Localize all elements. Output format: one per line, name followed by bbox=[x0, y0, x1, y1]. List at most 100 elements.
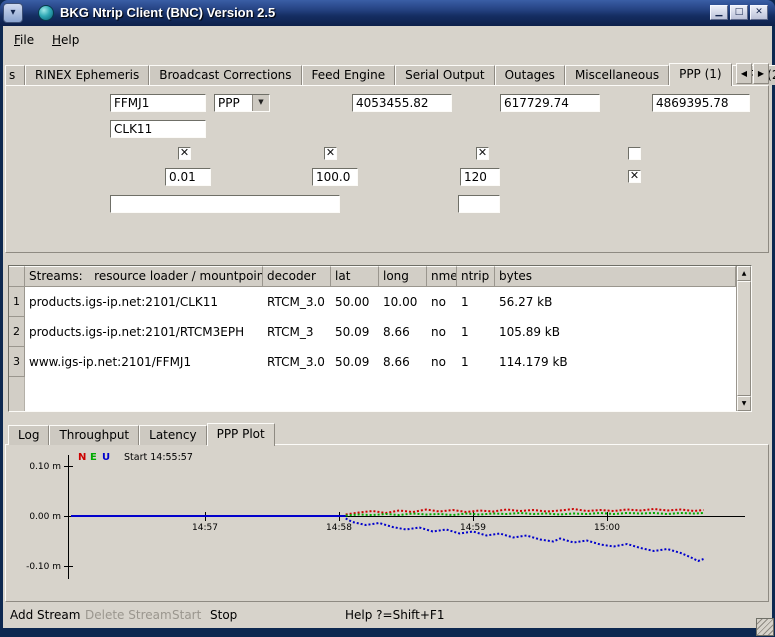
scrollbar-thumb[interactable] bbox=[737, 281, 751, 396]
chevron-down-icon: ▾ bbox=[10, 7, 15, 18]
table-row[interactable]: 2 products.igs-ip.net:2101/RTCM3EPH RTCM… bbox=[9, 317, 751, 347]
cell-nmea: no bbox=[427, 347, 457, 377]
svg-text:-0.10 m: -0.10 m bbox=[26, 562, 61, 572]
svg-text:Start 14:55:57: Start 14:55:57 bbox=[124, 452, 193, 463]
scroll-up-button[interactable]: ▲ bbox=[737, 266, 751, 281]
col-header-mountpoint[interactable]: Streams: resource loader / mountpoint bbox=[25, 266, 263, 287]
add-stream-button[interactable]: Add Stream bbox=[10, 608, 80, 622]
cell-ntrip: 1 bbox=[457, 317, 495, 347]
use-glonass-checkbox[interactable]: ✕ bbox=[476, 147, 489, 160]
svg-text:E: E bbox=[90, 452, 97, 463]
z-coordinate-field[interactable]: 4869395.78 bbox=[652, 94, 750, 112]
resize-grip[interactable] bbox=[756, 618, 774, 636]
cell-nmea: no bbox=[427, 317, 457, 347]
menu-file[interactable]: File bbox=[8, 31, 40, 49]
cell-lat: 50.09 bbox=[331, 317, 379, 347]
cell-nmea: no bbox=[427, 287, 457, 317]
close-icon: ✕ bbox=[755, 7, 763, 17]
estimate-tropo-checkbox[interactable]: ✕ bbox=[324, 147, 337, 160]
col-header-ntrip[interactable]: ntrip bbox=[457, 266, 495, 287]
ppp-plot-checkbox[interactable]: ✕ bbox=[628, 170, 641, 183]
ppp-mode-select[interactable]: PPP ▼ bbox=[214, 94, 270, 112]
col-header-decoder[interactable]: decoder bbox=[263, 266, 331, 287]
corr-mountpoint-field[interactable]: CLK11 bbox=[110, 120, 206, 138]
row-number: 1 bbox=[9, 287, 25, 317]
tab-log[interactable]: Log bbox=[8, 425, 49, 445]
minimize-button[interactable]: ▁ bbox=[710, 5, 728, 20]
tab-ppp1[interactable]: PPP (1) bbox=[669, 63, 732, 86]
cell-ntrip: 1 bbox=[457, 287, 495, 317]
streams-table: Streams: resource loader / mountpoint de… bbox=[8, 265, 752, 412]
cell-long: 10.00 bbox=[379, 287, 427, 317]
table-row[interactable]: 3 www.igs-ip.net:2101/FFMJ1 RTCM_3.0 50.… bbox=[9, 347, 751, 377]
tab-rinex-ephemeris[interactable]: RINEX Ephemeris bbox=[25, 65, 149, 85]
tab-partial[interactable]: s bbox=[5, 65, 25, 85]
cell-decoder: RTCM_3.0 bbox=[263, 287, 331, 317]
cell-decoder: RTCM_3 bbox=[263, 317, 331, 347]
cell-ntrip: 1 bbox=[457, 347, 495, 377]
use-phase-obs-checkbox[interactable]: ✕ bbox=[178, 147, 191, 160]
tab-ppp-plot[interactable]: PPP Plot bbox=[207, 423, 275, 446]
maximize-icon: □ bbox=[735, 7, 744, 17]
close-button[interactable]: ✕ bbox=[750, 5, 768, 20]
col-header-lat[interactable]: lat bbox=[331, 266, 379, 287]
corner-header-cell bbox=[9, 266, 25, 287]
cell-lat: 50.09 bbox=[331, 347, 379, 377]
tab-miscellaneous[interactable]: Miscellaneous bbox=[565, 65, 669, 85]
cell-long: 8.66 bbox=[379, 347, 427, 377]
app-icon bbox=[38, 5, 54, 21]
tab-outages[interactable]: Outages bbox=[495, 65, 565, 85]
table-scrollbar[interactable]: ▲ ▼ bbox=[736, 266, 751, 411]
tab-broadcast-corrections[interactable]: Broadcast Corrections bbox=[149, 65, 301, 85]
obs-mountpoint-field[interactable]: FFMJ1 bbox=[110, 94, 206, 112]
cell-bytes: 114.179 kB bbox=[495, 347, 736, 377]
chevron-down-icon[interactable]: ▼ bbox=[252, 95, 269, 111]
delete-stream-button[interactable]: Delete Stream bbox=[85, 608, 172, 622]
use-galileo-checkbox[interactable] bbox=[628, 147, 641, 160]
bottom-tab-bar: Log Throughput Latency PPP Plot bbox=[8, 423, 275, 445]
top-tab-bar: s RINEX Ephemeris Broadcast Corrections … bbox=[5, 62, 775, 85]
tab-scroll-right-button[interactable]: ▶ bbox=[753, 63, 769, 84]
svg-text:15:00: 15:00 bbox=[594, 523, 620, 533]
svg-text:14:58: 14:58 bbox=[326, 523, 352, 533]
nmea-file-field[interactable] bbox=[110, 195, 340, 213]
col-header-bytes[interactable]: bytes bbox=[495, 266, 736, 287]
col-header-long[interactable]: long bbox=[379, 266, 427, 287]
tab-feed-engine[interactable]: Feed Engine bbox=[302, 65, 396, 85]
titlebar[interactable]: ▾ BKG Ntrip Client (BNC) Version 2.5 ▁ □… bbox=[0, 0, 775, 26]
start-button[interactable]: Start bbox=[172, 608, 201, 622]
row-number: 2 bbox=[9, 317, 25, 347]
maximize-button[interactable]: □ bbox=[730, 5, 748, 20]
stop-button[interactable]: Stop bbox=[210, 608, 237, 622]
svg-text:14:57: 14:57 bbox=[192, 523, 218, 533]
quickstart-field[interactable]: 120 bbox=[460, 168, 500, 186]
tab-throughput[interactable]: Throughput bbox=[49, 425, 139, 445]
y-coordinate-field[interactable]: 617729.74 bbox=[500, 94, 600, 112]
col-header-nmea[interactable]: nmea bbox=[427, 266, 457, 287]
app-window: ▾ BKG Ntrip Client (BNC) Version 2.5 ▁ □… bbox=[0, 0, 775, 637]
arrow-right-icon: ▶ bbox=[758, 69, 764, 78]
window-title: BKG Ntrip Client (BNC) Version 2.5 bbox=[60, 5, 275, 20]
svg-text:0.10 m: 0.10 m bbox=[29, 462, 61, 472]
sigma-xyz-init-field[interactable]: 0.01 bbox=[165, 168, 211, 186]
cell-lat: 50.00 bbox=[331, 287, 379, 317]
window-menu-button[interactable]: ▾ bbox=[3, 3, 23, 23]
svg-text:N: N bbox=[78, 452, 86, 463]
tab-scroll-left-button[interactable]: ◀ bbox=[736, 63, 752, 84]
table-header: Streams: resource loader / mountpoint de… bbox=[9, 266, 751, 287]
minimize-icon: ▁ bbox=[716, 7, 723, 17]
svg-text:0.00 m: 0.00 m bbox=[29, 512, 61, 522]
menu-help[interactable]: Help bbox=[46, 31, 85, 49]
tab-latency[interactable]: Latency bbox=[139, 425, 206, 445]
table-row[interactable]: 1 products.igs-ip.net:2101/CLK11 RTCM_3.… bbox=[9, 287, 751, 317]
svg-text:14:59: 14:59 bbox=[460, 523, 486, 533]
nmea-port-field[interactable] bbox=[458, 195, 500, 213]
cell-mountpoint: products.igs-ip.net:2101/RTCM3EPH bbox=[25, 317, 263, 347]
scroll-down-button[interactable]: ▼ bbox=[737, 396, 751, 411]
sigma-xyz-noise-field[interactable]: 100.0 bbox=[312, 168, 358, 186]
arrow-up-icon: ▲ bbox=[742, 270, 747, 277]
svg-text:U: U bbox=[102, 452, 110, 463]
cell-decoder: RTCM_3.0 bbox=[263, 347, 331, 377]
tab-serial-output[interactable]: Serial Output bbox=[395, 65, 494, 85]
x-coordinate-field[interactable]: 4053455.82 bbox=[352, 94, 452, 112]
